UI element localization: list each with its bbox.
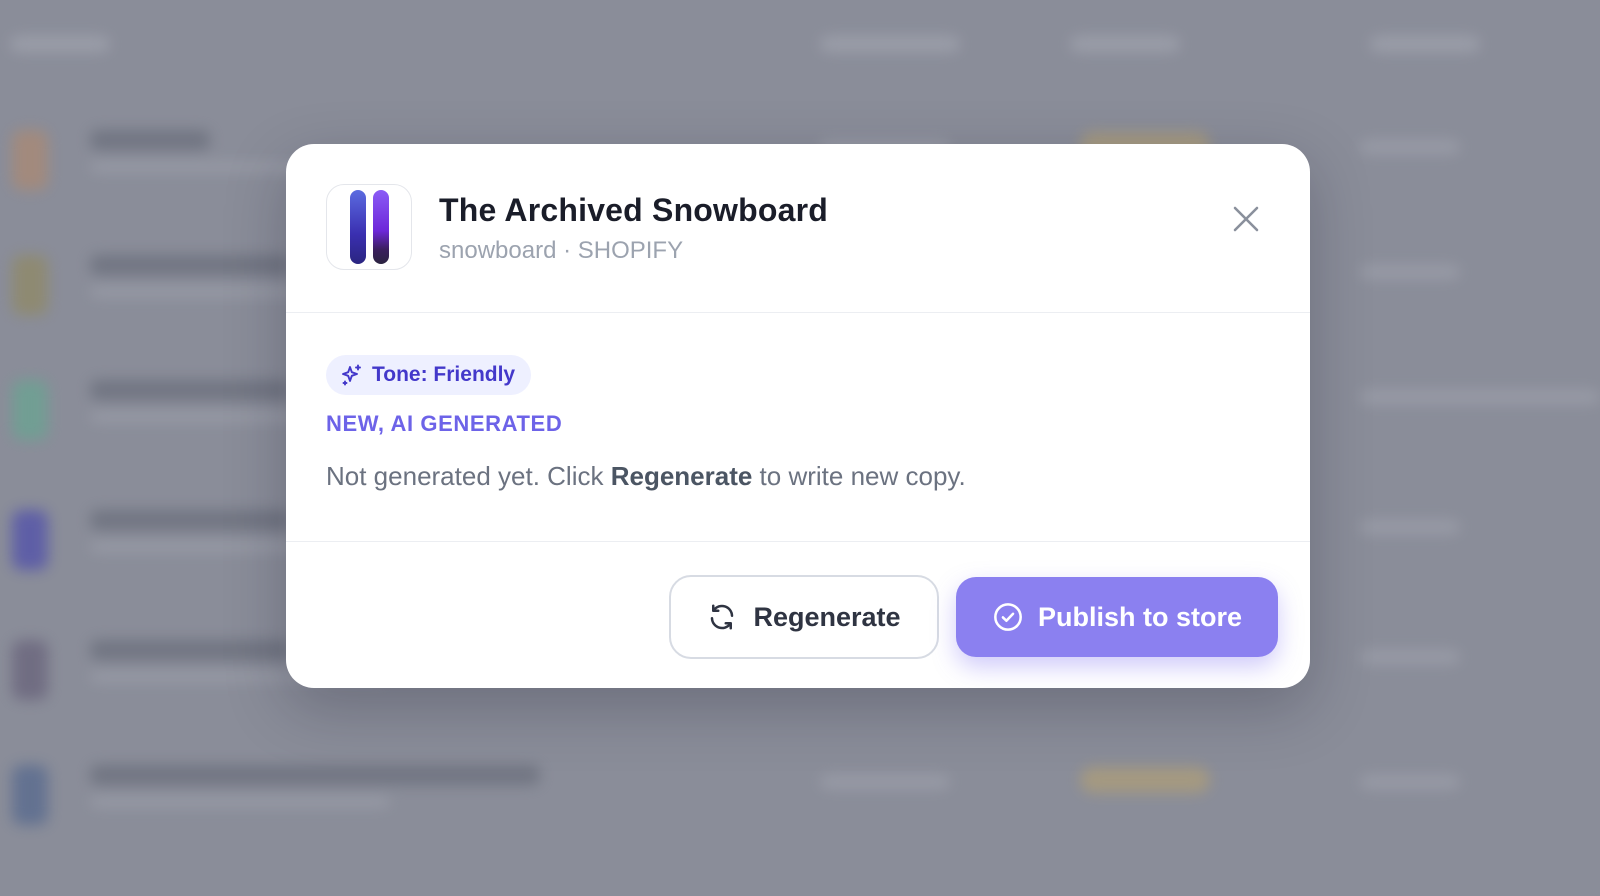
snowboard-image <box>349 190 366 264</box>
product-copy-modal: The Archived Snowboard snowboard · SHOPI… <box>286 144 1310 688</box>
snowboard-image <box>372 190 389 264</box>
sparkles-icon <box>342 364 361 386</box>
close-button[interactable] <box>1221 194 1271 244</box>
background-header <box>1070 36 1180 52</box>
tone-label: Tone: Friendly <box>372 363 516 386</box>
modal-footer: Regenerate Publish to store <box>286 542 1310 688</box>
check-circle-icon <box>994 603 1022 631</box>
regenerate-button[interactable]: Regenerate <box>669 575 939 659</box>
product-subtitle: snowboard · SHOPIFY <box>439 237 684 264</box>
tone-badge: Tone: Friendly <box>326 355 532 395</box>
generation-status-text: Not generated yet. Click Regenerate to w… <box>326 461 966 492</box>
product-thumbnail <box>326 184 412 270</box>
background-row <box>0 745 1600 845</box>
regenerate-label: Regenerate <box>753 601 901 632</box>
status-text-prefix: Not generated yet. Click <box>326 461 611 491</box>
background-header <box>1370 36 1480 52</box>
product-title: The Archived Snowboard <box>439 192 829 228</box>
status-text-bold: Regenerate <box>610 461 753 491</box>
section-label: NEW, AI GENERATED <box>326 411 563 436</box>
status-text-suffix: to write new copy. <box>752 461 966 491</box>
background-header <box>820 36 960 52</box>
publish-label: Publish to store <box>1037 601 1243 632</box>
background-header <box>10 36 110 52</box>
refresh-icon <box>711 604 734 630</box>
close-icon <box>1233 206 1259 232</box>
modal-header: The Archived Snowboard snowboard · SHOPI… <box>286 144 1310 313</box>
publish-to-store-button[interactable]: Publish to store <box>956 577 1278 657</box>
modal-body: Tone: Friendly NEW, AI GENERATED Not gen… <box>286 313 1310 542</box>
